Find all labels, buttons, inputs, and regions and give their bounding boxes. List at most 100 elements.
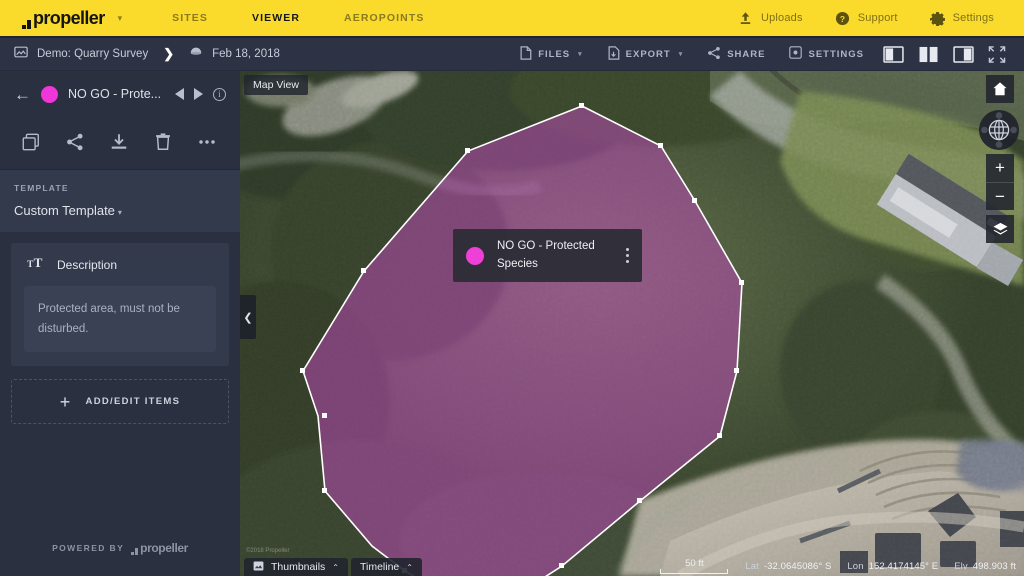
svg-text:T: T	[34, 255, 43, 270]
chevron-down-icon[interactable]: ▾	[118, 13, 123, 24]
sidebar-header: ← NO GO - Prote... i	[0, 71, 240, 117]
chevron-up-icon: ⌃	[332, 563, 339, 572]
layers-icon	[986, 215, 1014, 243]
split-even-icon[interactable]	[918, 46, 939, 63]
export-icon	[607, 46, 620, 63]
zoom-controls: + −	[986, 154, 1014, 210]
export-button[interactable]: EXPORT ▾	[595, 38, 696, 71]
template-select[interactable]: Custom Template▾	[14, 203, 226, 218]
tab-timeline[interactable]: Timeline ⌃	[351, 558, 422, 576]
files-label: FILES	[538, 49, 570, 60]
scale-bar-line	[660, 569, 728, 574]
support-label: Support	[858, 12, 898, 24]
scale-label: 50 ft	[685, 558, 704, 569]
back-arrow-icon[interactable]: ←	[14, 86, 31, 103]
compass-globe-icon	[978, 109, 1020, 151]
elevation-readout: Elv 498.903 ft	[954, 561, 1016, 572]
annotation-color-dot	[466, 247, 484, 265]
annotation-color-dot	[41, 86, 58, 103]
delete-icon[interactable]	[153, 132, 175, 154]
brand-logo[interactable]: propeller ▾	[0, 8, 128, 29]
description-title: Description	[57, 258, 117, 272]
map-viewport[interactable]: Map View ❮ + −	[240, 71, 1024, 576]
gear-icon	[930, 11, 945, 26]
layers-button[interactable]	[986, 215, 1014, 243]
description-body: Protected area, must not be disturbed.	[11, 286, 229, 366]
nav-item-aeropoints[interactable]: AEROPOINTS	[322, 0, 446, 37]
kebab-menu-icon[interactable]	[626, 248, 629, 263]
template-value: Custom Template	[14, 203, 115, 218]
home-button[interactable]	[986, 75, 1014, 103]
toolbar-actions: FILES ▾ EXPORT ▾ SHARE SETTINGS	[507, 38, 1024, 71]
description-text[interactable]: Protected area, must not be disturbed.	[24, 286, 216, 352]
survey-icon	[189, 45, 203, 64]
next-annotation-icon[interactable]	[194, 88, 203, 100]
propeller-viewer-app: propeller ▾ SITES VIEWER AEROPOINTS Uplo…	[0, 0, 1024, 576]
nav-item-sites[interactable]: SITES	[150, 0, 230, 37]
uploads-button[interactable]: Uploads	[724, 0, 817, 37]
info-icon[interactable]: i	[213, 88, 226, 101]
template-label: TEMPLATE	[14, 183, 226, 193]
lon-value: 152.4174145° E	[869, 561, 939, 572]
uploads-label: Uploads	[761, 12, 803, 24]
map-view-label: Map View	[244, 75, 308, 95]
description-card: TT Description Protected area, must not …	[11, 243, 229, 366]
propeller-mark-icon	[131, 547, 138, 555]
bottom-tabs: Thumbnails ⌃ Timeline ⌃	[244, 556, 422, 576]
primary-nav: SITES VIEWER AEROPOINTS	[150, 0, 446, 37]
compass-control[interactable]	[978, 109, 1020, 151]
sidebar-collapse-toggle[interactable]: ❮	[240, 295, 256, 339]
duplicate-icon[interactable]	[21, 132, 43, 154]
propeller-wordmark: propeller	[22, 8, 105, 29]
top-navigation-bar: propeller ▾ SITES VIEWER AEROPOINTS Uplo…	[0, 0, 1024, 38]
previous-annotation-icon[interactable]	[175, 88, 184, 100]
lat-value: -32.0645086° S	[764, 561, 832, 572]
annotation-callout[interactable]: NO GO - Protected Species	[453, 229, 642, 282]
upload-icon	[738, 11, 753, 26]
split-left-icon[interactable]	[883, 46, 904, 63]
survey-date[interactable]: Feb 18, 2018	[212, 48, 280, 60]
share-icon[interactable]	[65, 132, 87, 154]
tab-thumbnails[interactable]: Thumbnails ⌃	[244, 558, 348, 576]
annotation-name-line2: Species	[497, 258, 538, 270]
settings-button[interactable]: Settings	[916, 0, 1008, 37]
site-name[interactable]: Demo: Quarry Survey	[37, 48, 148, 60]
download-icon[interactable]	[109, 132, 131, 154]
share-icon	[707, 46, 721, 63]
zoom-out-button[interactable]: −	[986, 182, 1014, 210]
zoom-in-button[interactable]: +	[986, 154, 1014, 182]
support-button[interactable]: ? Support	[821, 0, 912, 37]
home-icon	[986, 75, 1014, 103]
lat-key: Lat	[745, 561, 759, 572]
split-right-icon[interactable]	[953, 46, 974, 63]
file-icon	[519, 46, 532, 63]
elv-key: Elv	[954, 561, 968, 572]
settings-toolbar-button[interactable]: SETTINGS	[777, 38, 876, 71]
share-button[interactable]: SHARE	[695, 38, 777, 71]
aerial-imagery	[240, 71, 1024, 576]
viewer-toolbar: Demo: Quarry Survey ❯ Feb 18, 2018 FILES…	[0, 38, 1024, 71]
settings-label: Settings	[953, 12, 994, 24]
powered-by-label: POWERED BY	[52, 543, 124, 553]
settings-label: SETTINGS	[808, 49, 864, 60]
breadcrumb: Demo: Quarry Survey ❯ Feb 18, 2018	[0, 45, 280, 64]
annotation-name: NO GO - Protected Species	[497, 238, 613, 274]
svg-text:?: ?	[840, 13, 845, 23]
site-icon	[14, 45, 28, 64]
add-edit-items-button[interactable]: + ADD/EDIT ITEMS	[11, 379, 229, 424]
nav-item-viewer[interactable]: VIEWER	[230, 0, 322, 37]
powered-by-logo: propeller	[131, 541, 188, 555]
plus-icon: +	[60, 393, 72, 411]
longitude-readout: Lon 152.4174145° E	[847, 561, 938, 572]
propeller-mark-icon	[22, 18, 31, 29]
powered-by-brand: propeller	[140, 541, 188, 555]
fullscreen-collapse-icon[interactable]	[988, 46, 1009, 63]
elv-value: 498.903 ft	[973, 561, 1016, 572]
files-button[interactable]: FILES ▾	[507, 38, 594, 71]
settings-icon	[789, 46, 802, 62]
imagery-watermark: ©2018 Propeller	[246, 548, 289, 554]
chevron-up-icon: ⌃	[406, 563, 413, 572]
annotation-title: NO GO - Prote...	[68, 87, 165, 101]
more-icon[interactable]	[197, 132, 219, 154]
text-format-icon: TT	[27, 255, 44, 275]
